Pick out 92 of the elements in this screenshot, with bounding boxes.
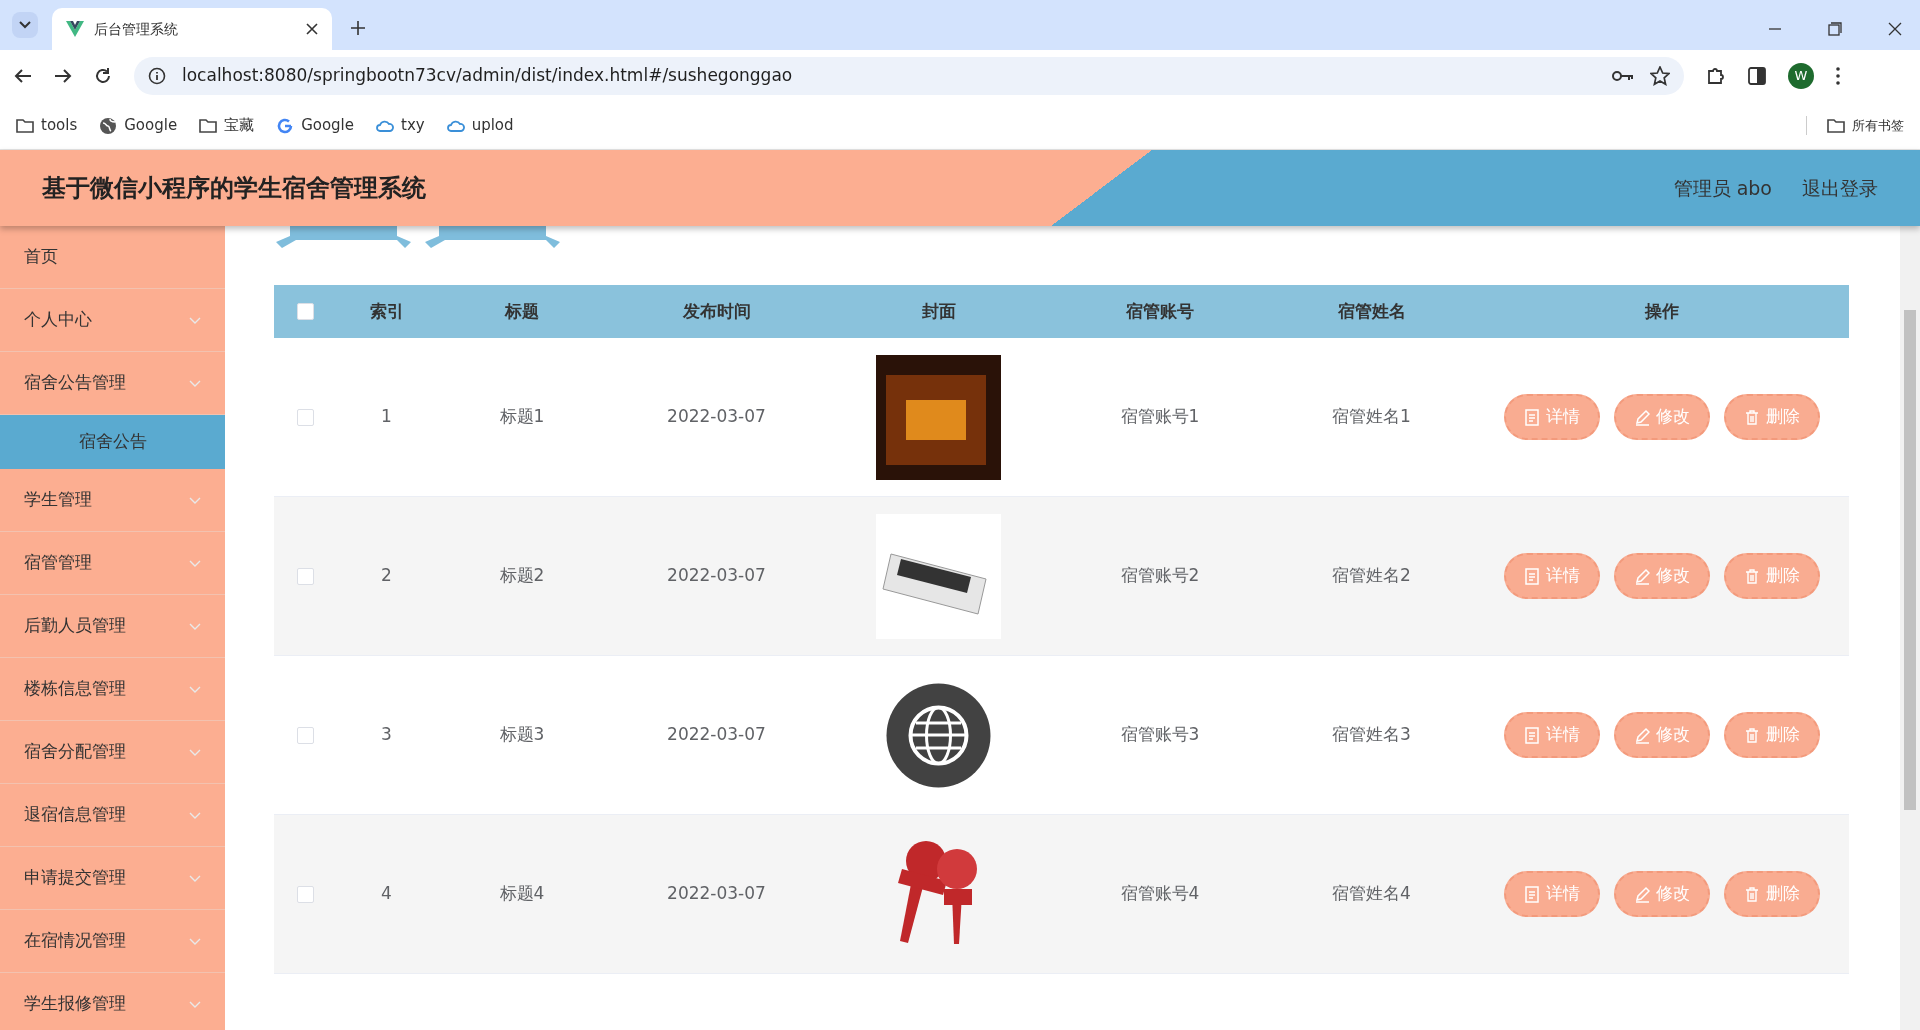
key-icon[interactable] [1612,70,1634,82]
table-cell-text: 2022-03-07 [666,723,767,747]
pencil-icon [1634,567,1650,585]
table-cell-text: 标题3 [498,723,546,747]
table-cell-text: 2022-03-07 [666,405,767,429]
bookmark[interactable]: tools [16,114,78,137]
app-title: 基于微信小程序的学生宿舍管理系统 [42,173,426,204]
document-icon [1524,726,1540,744]
column-header: 封面 [920,299,957,323]
logo-icon [66,21,84,37]
more-icon[interactable] [1836,67,1840,85]
table-cell-text: 2 [380,564,393,588]
table-cell-text: 宿管姓名2 [1331,564,1412,588]
restore-icon[interactable] [1828,22,1842,36]
bookmark[interactable]: Google [99,114,178,137]
pencil-icon [1634,408,1650,426]
extensions-icon[interactable] [1706,66,1726,86]
table-cell-text: 宿管姓名4 [1331,882,1412,906]
sidebar-item[interactable]: 学生报修管理 [0,973,225,1030]
sidebar-item[interactable]: 个人中心 [0,289,225,352]
table-cell-text: 3 [380,723,393,747]
forward-icon[interactable] [54,68,72,84]
google-icon [276,116,295,135]
sidebar-item[interactable]: 学生管理 [0,469,225,532]
row-checkbox[interactable] [297,408,314,426]
sidebar-item[interactable]: 宿舍分配管理 [0,721,225,784]
table-cell-text: 宿管姓名3 [1331,723,1412,747]
row-checkbox[interactable] [297,885,314,903]
sidebar-item[interactable]: 后勤人员管理 [0,595,225,658]
table-cell-text: 标题4 [498,882,546,906]
table-cell-text: 宿管账号1 [1119,405,1201,429]
table-cell-text: 1 [380,405,393,429]
table-cell-text: 宿管账号4 [1119,882,1201,906]
trash-icon [1744,885,1760,903]
folder-icon [1827,116,1845,135]
table-cell-text: 标题2 [498,564,546,588]
scrollbar[interactable] [1900,226,1920,1030]
sidebar-item[interactable]: 楼栋信息管理 [0,658,225,721]
sidebar-item[interactable]: 在宿情况管理 [0,910,225,973]
bookmark[interactable]: 宝藏 [199,114,255,137]
reload-icon[interactable] [94,67,112,85]
profile-avatar[interactable]: W [1788,63,1814,89]
table-cell-text: 2022-03-07 [666,564,767,588]
chevron-down-icon [19,21,31,29]
sidebar-item[interactable]: 首页 [0,226,225,289]
document-icon [1524,567,1540,585]
column-header: 索引 [368,299,405,323]
table-cell-text: 宿管账号3 [1119,723,1201,747]
browser-tab[interactable]: 后台管理系统 [52,8,332,50]
pencil-icon [1634,726,1650,744]
table-cell-text: 4 [380,882,393,906]
bookmark[interactable]: Google [276,114,355,137]
column-header: 发布时间 [681,299,752,323]
table-cell-text: 宿管账号2 [1119,564,1201,588]
trash-icon [1744,567,1760,585]
side-panel-icon[interactable] [1748,67,1766,85]
star-icon[interactable] [1650,66,1670,86]
row-checkbox[interactable] [297,567,314,585]
folder-icon [16,116,34,135]
sidebar-item[interactable]: 退宿信息管理 [0,784,225,847]
row-checkbox[interactable] [297,726,314,744]
back-icon[interactable] [14,68,32,84]
sidebar-item[interactable]: 宿舍公告管理 [0,352,225,415]
bookmark[interactable]: txy [376,114,425,137]
column-header: 宿管账号 [1125,299,1195,323]
close-icon[interactable] [306,23,318,35]
logout-link[interactable]: 退出登录 [1802,173,1878,203]
globe-icon [99,116,118,135]
trash-icon [1744,408,1760,426]
table-cell-text: 2022-03-07 [666,882,767,906]
close-icon[interactable] [1888,22,1902,36]
document-icon [1524,885,1540,903]
table-cell-text: 标题1 [498,405,546,429]
pencil-icon [1634,885,1650,903]
sidebar-subitem[interactable]: 宿舍公告 [0,415,225,469]
column-header: 标题 [503,299,540,323]
column-header: 操作 [1643,299,1680,323]
tab-list-button[interactable] [12,12,38,38]
table-cell-text: 宿管姓名1 [1331,405,1412,429]
document-icon [1524,408,1540,426]
bookmark[interactable]: 所有书签 [1806,115,1904,136]
new-tab-icon[interactable] [350,20,366,36]
tab-title: 后台管理系统 [94,19,179,39]
column-header: 宿管姓名 [1336,299,1407,323]
trash-icon [1744,726,1760,744]
folder-icon [199,116,218,135]
info-icon[interactable] [148,67,166,85]
user-name: 管理员 abo [1673,175,1772,201]
sidebar-item[interactable]: 申请提交管理 [0,847,225,910]
select-all-checkbox[interactable] [297,303,314,320]
bookmark[interactable]: uplod [446,114,514,137]
sidebar-item[interactable]: 宿管管理 [0,532,225,595]
